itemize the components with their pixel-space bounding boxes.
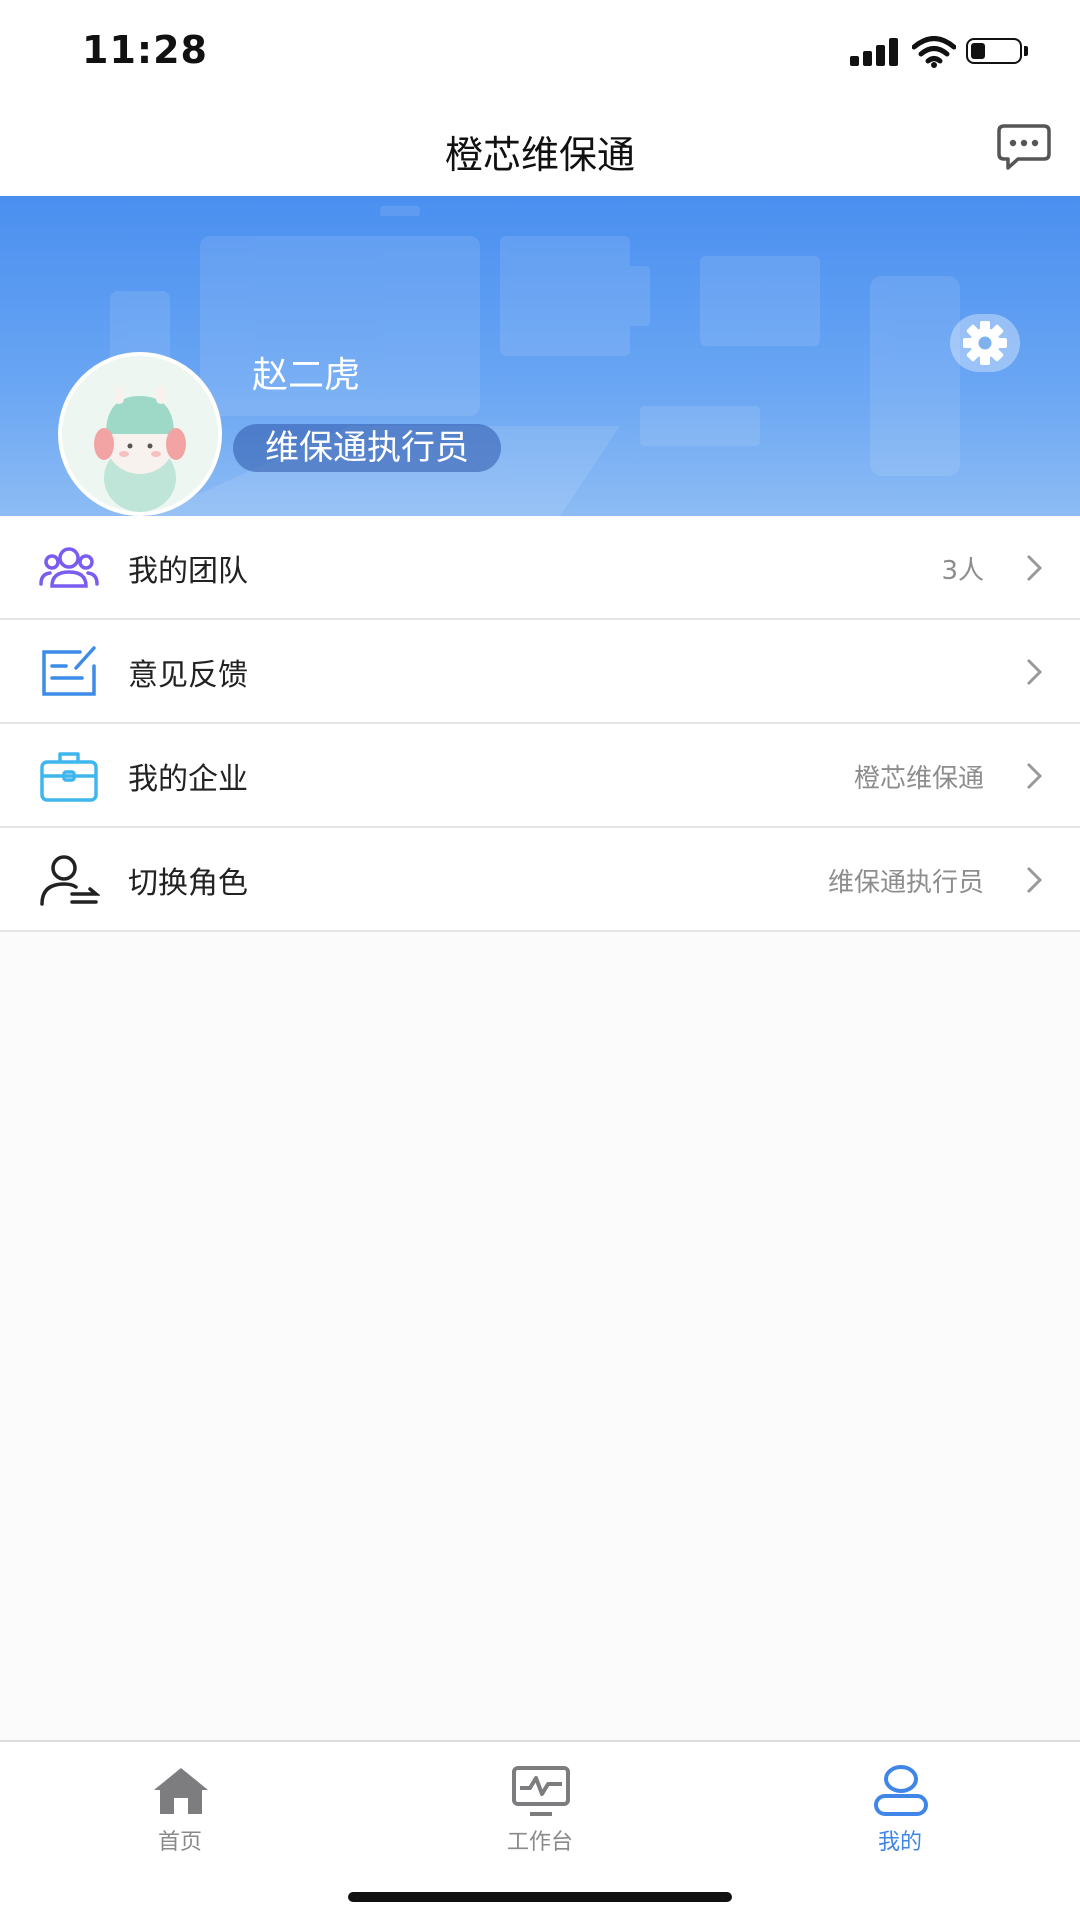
- menu-item-label: 切换角色: [128, 866, 248, 901]
- menu-item-label: 意见反馈: [128, 658, 248, 693]
- menu-item-switch-role[interactable]: 切换角色 维保通执行员: [0, 828, 1080, 932]
- menu-item-my-team[interactable]: 我的团队 3人: [0, 516, 1080, 620]
- tab-label: 工作台: [506, 1830, 573, 1855]
- cellular-signal-icon: [850, 38, 900, 66]
- nav-bar: 橙芯维保通: [0, 100, 1080, 196]
- status-bar: 11:28: [0, 0, 1080, 100]
- briefcase-icon: [40, 752, 98, 802]
- tab-profile[interactable]: 我的: [800, 1754, 1000, 1874]
- profile-banner: 赵二虎 维保通执行员: [0, 196, 1080, 516]
- menu-item-label: 我的企业: [128, 762, 248, 797]
- tab-workbench[interactable]: 工作台: [440, 1754, 640, 1874]
- battery-icon: [966, 38, 1030, 66]
- profile-icon: [874, 1765, 928, 1816]
- wifi-icon: [912, 36, 956, 68]
- status-time: 11:28: [82, 28, 208, 72]
- tab-home[interactable]: 首页: [80, 1754, 280, 1874]
- menu-item-feedback[interactable]: 意见反馈: [0, 620, 1080, 724]
- chevron-right-icon: [1026, 658, 1043, 686]
- switch-role-icon: [40, 855, 100, 906]
- avatar-image: [62, 356, 218, 512]
- chevron-right-icon: [1026, 866, 1043, 894]
- user-name: 赵二虎: [252, 355, 361, 396]
- team-count: 3人: [941, 556, 984, 586]
- avatar[interactable]: [58, 352, 222, 516]
- home-indicator: [348, 1892, 732, 1902]
- chevron-right-icon: [1026, 554, 1043, 582]
- gear-icon: [963, 321, 1007, 365]
- chevron-right-icon: [1026, 762, 1043, 790]
- menu-item-label: 我的团队: [128, 554, 248, 589]
- feedback-icon: [42, 646, 96, 696]
- tab-label: 首页: [157, 1830, 202, 1855]
- page-title: 橙芯维保通: [444, 133, 635, 177]
- home-icon: [154, 1768, 208, 1814]
- settings-button[interactable]: [950, 314, 1020, 372]
- message-icon[interactable]: [996, 122, 1052, 172]
- enterprise-name: 橙芯维保通: [853, 764, 984, 794]
- menu-item-my-enterprise[interactable]: 我的企业 橙芯维保通: [0, 724, 1080, 828]
- tab-label: 我的: [877, 1830, 922, 1855]
- monitor-icon: [512, 1766, 570, 1816]
- role-badge: 维保通执行员: [233, 424, 501, 472]
- team-icon: [39, 547, 99, 588]
- current-role: 维保通执行员: [827, 868, 984, 898]
- menu-list: 我的团队 3人 意见反馈 我的企业 橙芯维保通 切换角色 维保通执行员: [0, 516, 1080, 932]
